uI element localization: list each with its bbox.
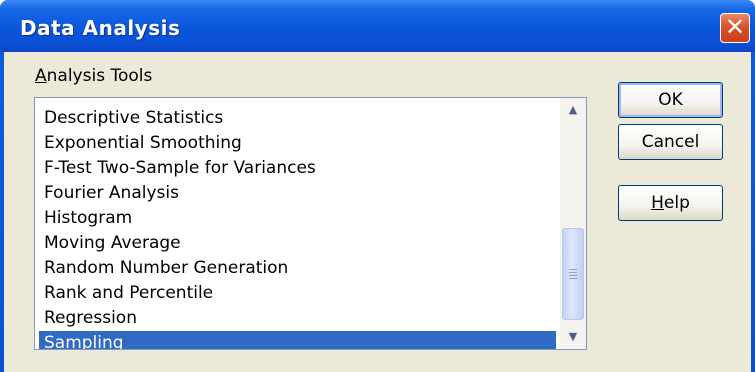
close-icon: ✕ — [724, 13, 746, 41]
list-scrollbar[interactable]: ▲ ▼ — [560, 98, 586, 349]
cancel-button[interactable]: Cancel — [618, 124, 723, 160]
list-item-random-number-generation[interactable]: Random Number Generation — [39, 256, 556, 281]
dialog-body: Analysis Tools Descriptive Statistics Ex… — [4, 52, 751, 372]
ok-button[interactable]: OK — [618, 82, 723, 118]
list-item-exponential-smoothing[interactable]: Exponential Smoothing — [39, 131, 556, 156]
list-item-histogram[interactable]: Histogram — [39, 206, 556, 231]
analysis-tools-label: Analysis Tools — [35, 66, 152, 86]
help-button-text: elp — [663, 193, 690, 213]
scroll-down-arrow-icon: ▼ — [568, 330, 578, 343]
scroll-thumb[interactable] — [562, 228, 584, 320]
analysis-tools-label-text: nalysis Tools — [46, 66, 153, 86]
scroll-up-button[interactable]: ▲ — [560, 98, 586, 122]
list-item-regression[interactable]: Regression — [39, 306, 556, 331]
data-analysis-dialog: Data Analysis ✕ Analysis Tools Descripti… — [0, 0, 755, 372]
grip-line — [569, 272, 577, 273]
title-bar[interactable]: Data Analysis ✕ — [0, 0, 755, 52]
grip-line — [569, 269, 577, 270]
close-button[interactable]: ✕ — [720, 13, 750, 43]
scroll-up-arrow-icon: ▲ — [568, 103, 578, 116]
list-item-descriptive-statistics[interactable]: Descriptive Statistics — [39, 106, 556, 131]
window-title: Data Analysis — [20, 16, 181, 40]
help-button-mnemonic: H — [651, 193, 664, 213]
analysis-tools-listbox[interactable]: Descriptive Statistics Exponential Smoot… — [34, 97, 587, 350]
scroll-down-button[interactable]: ▼ — [560, 325, 586, 349]
help-button[interactable]: Help — [618, 185, 723, 221]
list-item-f-test-two-sample[interactable]: F-Test Two-Sample for Variances — [39, 156, 556, 181]
analysis-tools-label-mnemonic: A — [35, 66, 47, 86]
list-item-moving-average[interactable]: Moving Average — [39, 231, 556, 256]
grip-line — [569, 278, 577, 279]
grip-line — [569, 275, 577, 276]
list-item-rank-and-percentile[interactable]: Rank and Percentile — [39, 281, 556, 306]
analysis-tools-list: Descriptive Statistics Exponential Smoot… — [35, 98, 560, 349]
list-item-fourier-analysis[interactable]: Fourier Analysis — [39, 181, 556, 206]
list-item-sampling[interactable]: Sampling — [39, 331, 556, 349]
